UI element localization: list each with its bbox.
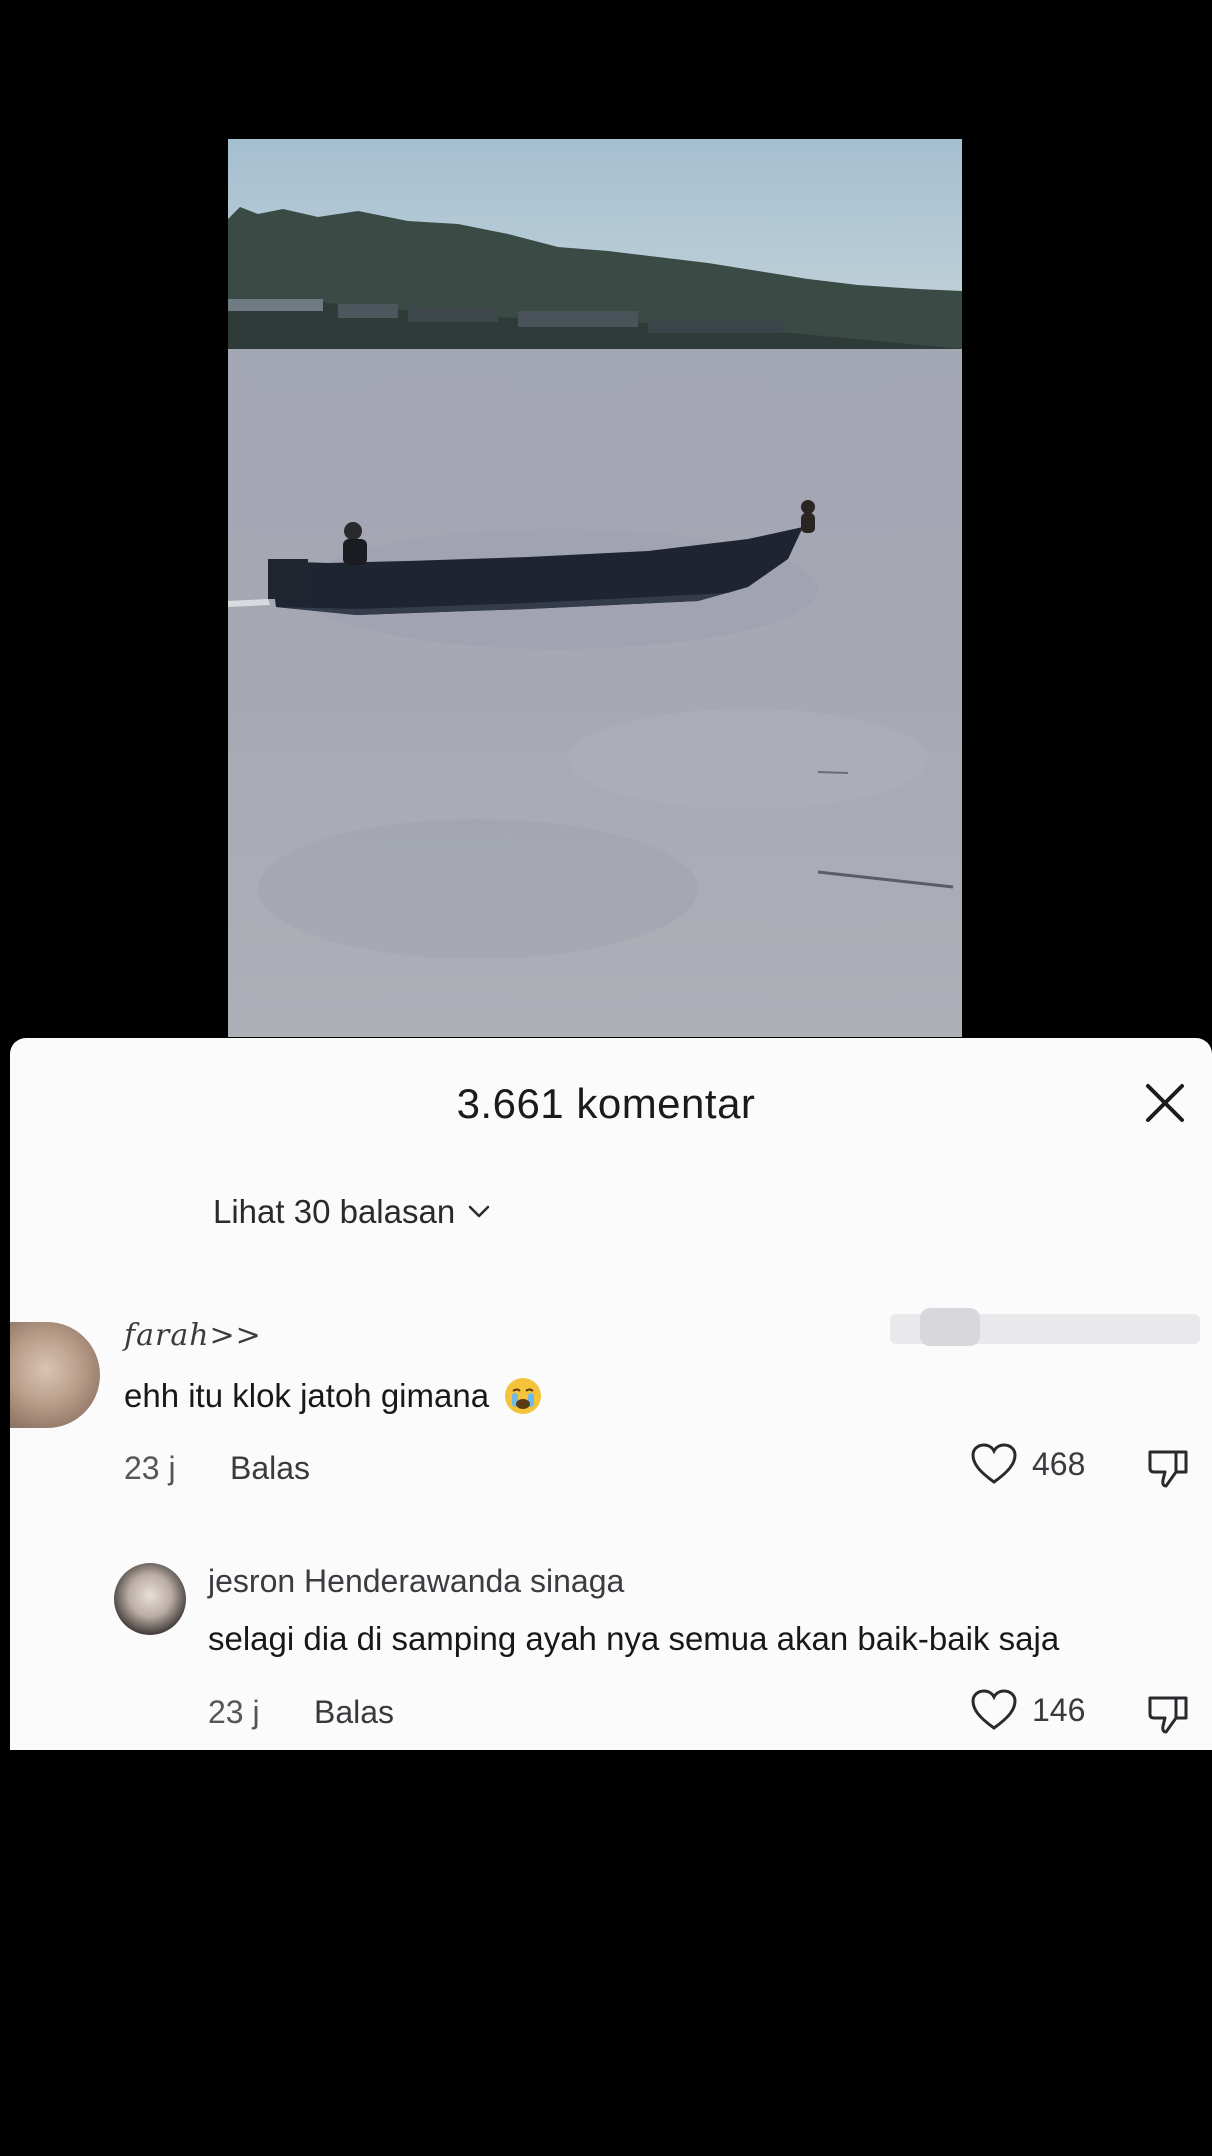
- reply-button[interactable]: Balas: [314, 1694, 394, 1731]
- dislike-button[interactable]: [1146, 1446, 1190, 1495]
- comment-text-content: ehh itu klok jatoh gimana: [124, 1377, 490, 1414]
- screen: 3.661 komentar Lihat 30 balasan farah>> …: [0, 0, 1212, 2156]
- like-count: 468: [1032, 1445, 1086, 1482]
- comment-text: ehh itu klok jatoh gimana: [124, 1376, 543, 1416]
- comments-sheet: 3.661 komentar Lihat 30 balasan farah>> …: [10, 1038, 1212, 1750]
- heart-icon: [971, 1443, 1017, 1484]
- avatar[interactable]: [10, 1322, 100, 1428]
- like-count: 146: [1032, 1691, 1086, 1728]
- view-replies-button[interactable]: Lihat 30 balasan: [213, 1193, 491, 1231]
- comment-username[interactable]: jesron Henderawanda sinaga: [208, 1563, 624, 1600]
- comment-meta: 23 j Balas: [124, 1450, 310, 1487]
- view-replies-label: Lihat 30 balasan: [213, 1193, 456, 1230]
- avatar[interactable]: [114, 1563, 186, 1635]
- comment-meta: 23 j Balas: [208, 1694, 394, 1731]
- close-button[interactable]: [1140, 1078, 1190, 1128]
- comment-time: 23 j: [208, 1694, 260, 1730]
- video-player[interactable]: [228, 139, 962, 1037]
- comment-text: selagi dia di samping ayah nya semua aka…: [208, 1620, 1060, 1657]
- like-button[interactable]: 468: [970, 1442, 1085, 1486]
- video-frame-image: [228, 139, 962, 1037]
- thumbs-down-icon: [1148, 1696, 1188, 1734]
- like-button[interactable]: 146: [970, 1688, 1085, 1732]
- close-icon: [1146, 1084, 1184, 1122]
- dislike-button[interactable]: [1146, 1692, 1190, 1741]
- watermark-logo: [890, 1308, 1200, 1346]
- reply-button[interactable]: Balas: [230, 1450, 310, 1487]
- heart-icon: [971, 1689, 1017, 1730]
- chevron-down-icon: [468, 1205, 490, 1218]
- comments-count-title: 3.661 komentar: [456, 1080, 756, 1127]
- comment-username[interactable]: farah>>: [124, 1318, 262, 1353]
- thumbs-down-icon: [1148, 1450, 1188, 1488]
- crying-face-emoji-icon: [505, 1378, 542, 1414]
- comment-time: 23 j: [124, 1450, 176, 1486]
